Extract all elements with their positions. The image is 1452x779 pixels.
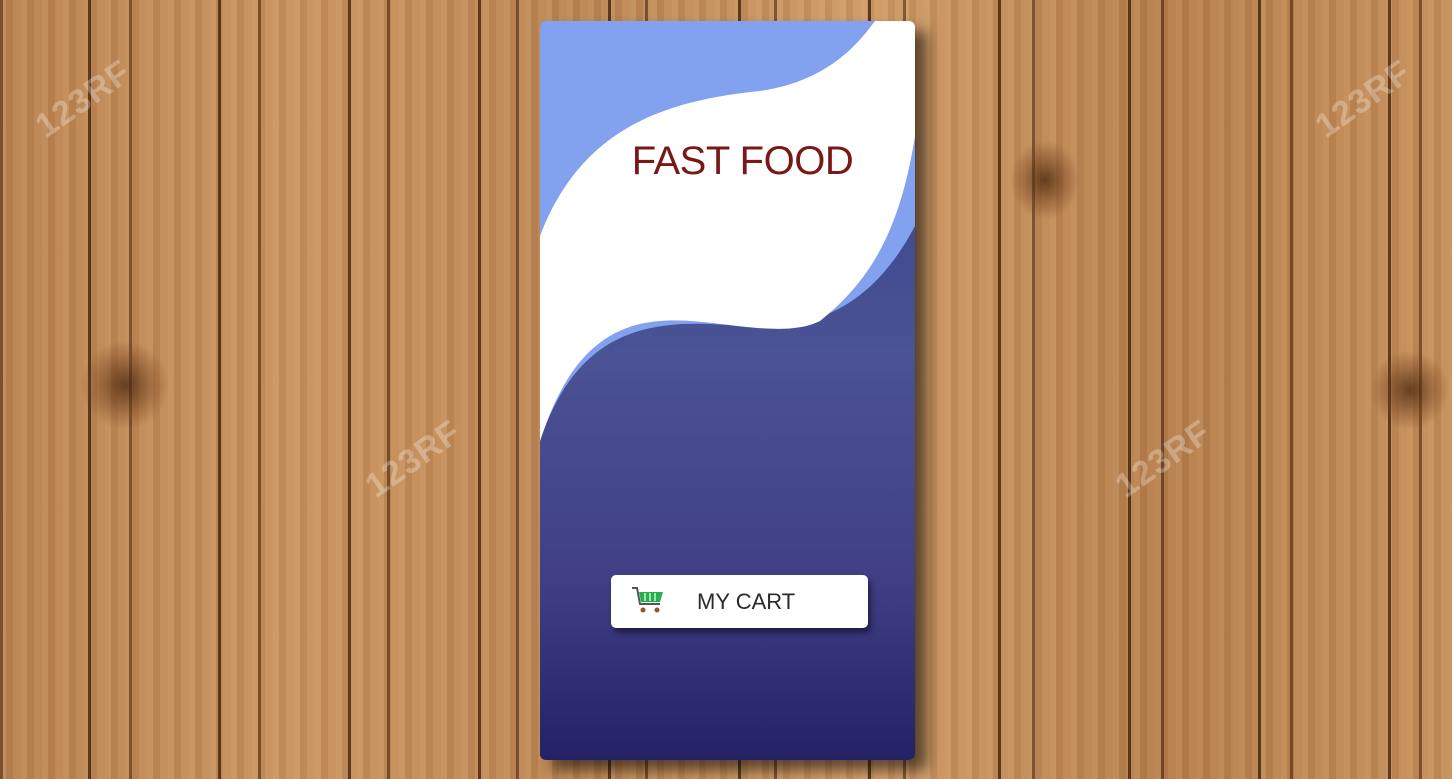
page-title: FAST FOOD — [631, 139, 854, 183]
shopping-cart-icon — [632, 587, 663, 613]
board-seam — [998, 0, 1001, 779]
watermark: 123RF — [1308, 52, 1418, 146]
board-seam — [1258, 0, 1261, 779]
phone-screen: FAST FOOD MY CART — [540, 21, 915, 760]
wave-background — [540, 21, 915, 760]
watermark: 123RF — [1108, 412, 1218, 506]
my-cart-button[interactable]: MY CART — [611, 575, 868, 628]
my-cart-label: MY CART — [697, 589, 796, 614]
board-seam — [478, 0, 481, 779]
wood-knot — [1370, 350, 1450, 430]
watermark: 123RF — [358, 412, 468, 506]
board-seam — [1128, 0, 1131, 779]
board-seam — [348, 0, 351, 779]
board-seam — [218, 0, 221, 779]
wood-knot — [1010, 140, 1080, 220]
wood-knot — [80, 340, 170, 430]
watermark: 123RF — [28, 52, 138, 146]
